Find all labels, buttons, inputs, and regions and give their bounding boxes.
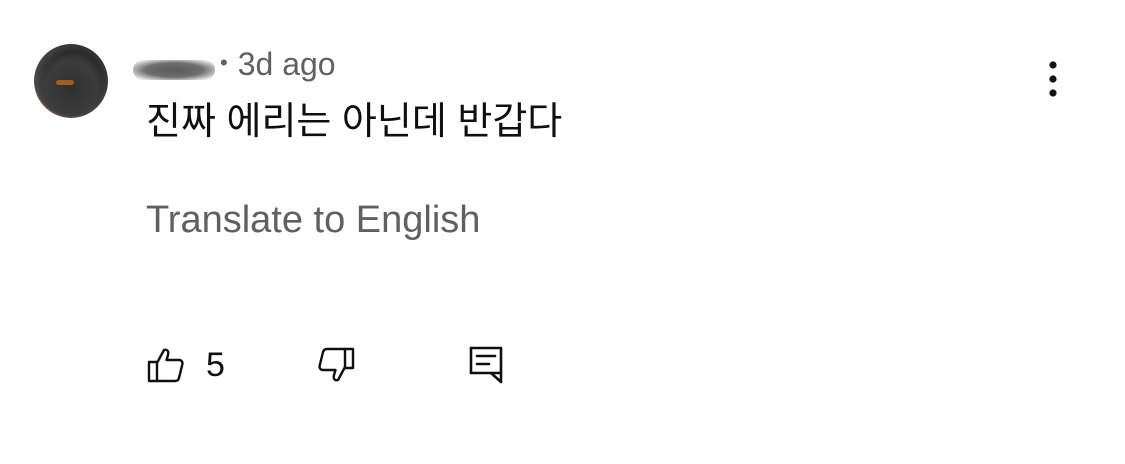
dislike-button[interactable] <box>316 342 356 388</box>
comment-meta: • 3d ago <box>220 44 336 84</box>
comment-text: 진짜 에리는 아닌데 반갑다 <box>146 101 563 143</box>
like-button[interactable]: 5 <box>146 342 225 388</box>
more-vertical-icon <box>1049 61 1057 97</box>
comment-item: • 3d ago 진짜 에리는 아닌데 반갑다 Translate to Eng… <box>0 0 1125 464</box>
avatar-image <box>38 54 104 116</box>
avatar-detail <box>56 80 74 85</box>
comment-timestamp: 3d ago <box>237 45 336 82</box>
avatar[interactable] <box>34 44 108 118</box>
translate-link[interactable]: Translate to English <box>146 196 480 244</box>
comment-actions: 5 <box>146 342 546 388</box>
author-name-redacted[interactable] <box>133 60 215 80</box>
meta-separator: • <box>220 50 228 75</box>
reply-button[interactable] <box>468 342 504 388</box>
reply-comment-icon <box>469 346 503 384</box>
like-count: 5 <box>206 345 225 384</box>
thumbs-up-icon <box>147 348 184 383</box>
more-options-button[interactable] <box>1030 56 1076 102</box>
thumbs-down-icon <box>318 347 355 382</box>
